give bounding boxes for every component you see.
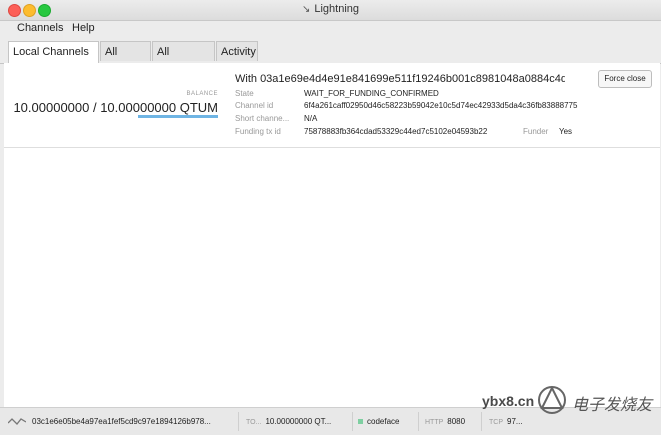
status-divider <box>352 412 353 431</box>
wallet-total: TO... 10.00000000 QT... <box>246 417 331 426</box>
watermark-brand: 电子发烧友 <box>572 397 653 414</box>
http-label: HTTP <box>425 419 444 426</box>
force-close-button[interactable]: Force close <box>598 70 652 88</box>
tab-local-channels[interactable]: Local Channels (1) <box>8 41 99 78</box>
lightning-icon: ↘ <box>301 4 311 15</box>
balance-label: BALANCE <box>186 91 218 97</box>
tab-bar: Local Channels (1) All Nodes All Channel… <box>0 39 661 78</box>
watermark-logo-icon <box>538 385 566 414</box>
tab-all-nodes[interactable]: All Nodes <box>100 41 151 78</box>
app-window: ↘ Lightning Channels Help Local Channels … <box>0 0 661 435</box>
chain-name: codeface <box>367 417 400 426</box>
channel-peer: With 03a1e69e4d4e91e841699e511f19246b001… <box>235 73 565 85</box>
tab-activity[interactable]: Activity <box>216 41 258 61</box>
balance-value: 10.00000000 / 10.00000000 QTUM <box>13 100 218 115</box>
http-port: HTTP 8080 <box>425 417 465 426</box>
watermark: ybx8.cn 电子发烧友 <box>482 380 660 422</box>
chain-status-dot <box>358 419 363 425</box>
wallet-total-value: 10.00000000 QT... <box>265 417 332 426</box>
balance-bar <box>138 115 218 118</box>
peer-node-id: 03a1e69e4d4e91e841699e511f19246b001c8981… <box>260 73 565 85</box>
network-activity-icon <box>8 418 26 425</box>
funding-tx-label: Funding tx id <box>235 127 281 136</box>
channel-row[interactable]: BALANCE 10.00000000 / 10.00000000 QTUM W… <box>4 63 660 148</box>
menu-channels[interactable]: Channels <box>17 22 63 34</box>
channel-id-label: Channel id <box>235 101 274 110</box>
state-label: State <box>235 89 254 98</box>
window-title: ↘ Lightning <box>0 3 661 15</box>
short-channel-value: N/A <box>304 114 318 123</box>
with-prefix: With <box>235 73 257 85</box>
funder-label: Funder <box>523 127 549 136</box>
watermark-site: ybx8.cn <box>482 393 535 409</box>
channel-id-value: 6f4a261caff02950d46c58223b59042e10c5d74e… <box>304 101 578 110</box>
node-id[interactable]: 03c1e6e05be4a97ea1fef5cd9c97e1894126b978… <box>32 417 211 426</box>
menu-help[interactable]: Help <box>72 22 95 34</box>
short-channel-label: Short channe... <box>235 114 290 123</box>
channels-list: BALANCE 10.00000000 / 10.00000000 QTUM W… <box>4 63 660 407</box>
status-divider <box>238 412 239 431</box>
http-value: 8080 <box>447 417 466 426</box>
title-bar: ↘ Lightning <box>0 0 661 21</box>
menu-bar: Channels Help <box>0 21 661 39</box>
tab-all-channels[interactable]: All Channels <box>152 41 215 78</box>
state-value: WAIT_FOR_FUNDING_CONFIRMED <box>304 89 439 98</box>
status-divider <box>418 412 419 431</box>
wallet-total-label: TO... <box>246 419 262 426</box>
chain-status: codeface <box>358 417 399 426</box>
funding-tx-value: 75878883fb364cdad53329c44ed7c5102e04593b… <box>304 127 488 136</box>
funder-value: Yes <box>559 127 573 136</box>
window-title-text: Lightning <box>314 3 360 15</box>
